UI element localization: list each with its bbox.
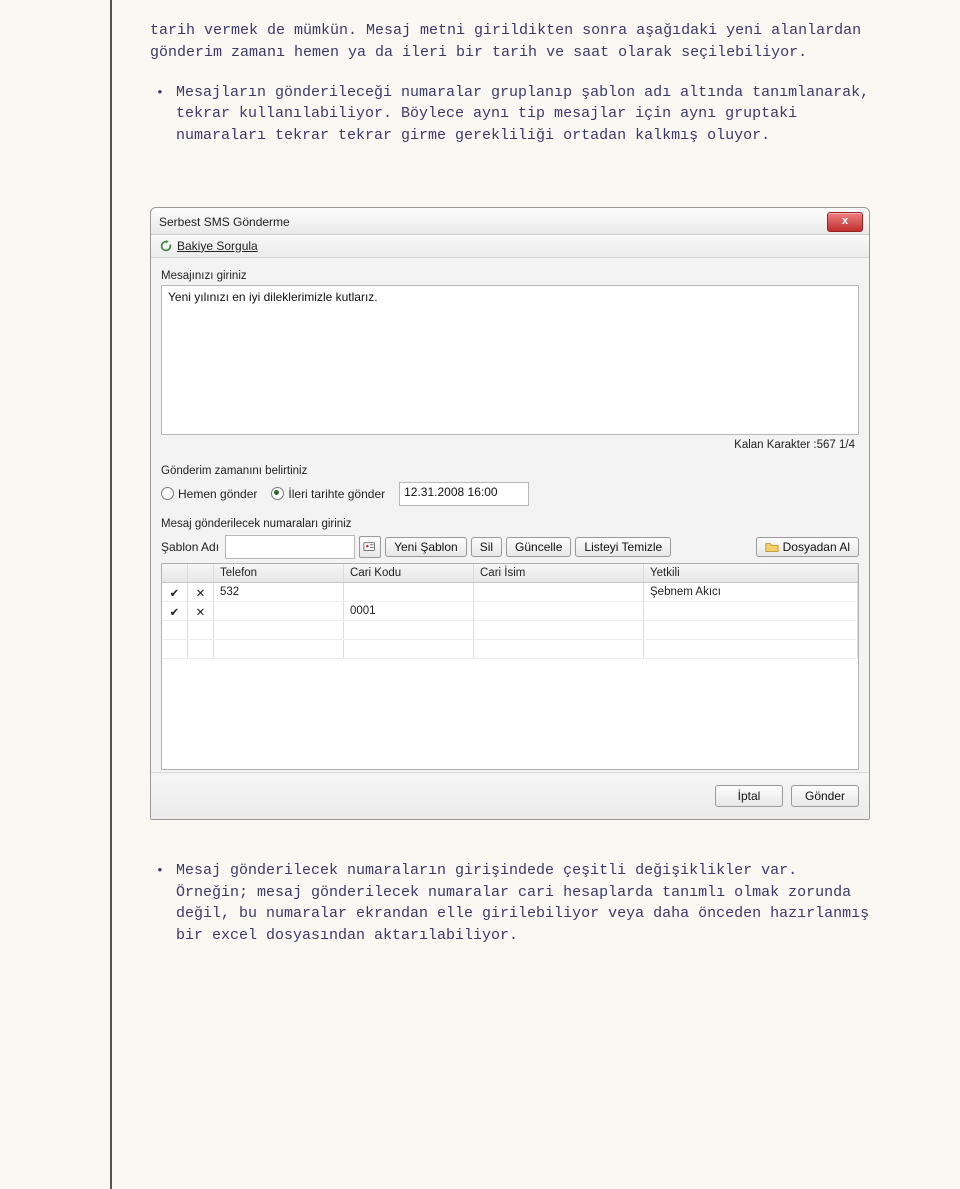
template-lookup-button[interactable] — [359, 536, 381, 558]
cell-cari-kodu[interactable] — [344, 583, 474, 601]
numbers-label: Mesaj gönderilecek numaraları giriniz — [161, 518, 859, 530]
page-left-margin-line — [110, 0, 112, 1189]
sms-dialog: Serbest SMS Gönderme x Bakiye Sorgula Me… — [150, 207, 870, 820]
delete-button[interactable]: Sil — [471, 537, 502, 557]
radio-dot-checked-icon — [271, 487, 284, 500]
template-name-input[interactable] — [225, 535, 355, 559]
send-time-label: Gönderim zamanını belirtiniz — [161, 465, 859, 477]
message-textarea[interactable]: Yeni yılınızı en iyi dileklerimizle kutl… — [161, 285, 859, 435]
cell-cari-isim[interactable] — [474, 602, 644, 620]
from-file-button[interactable]: Dosyadan Al — [756, 537, 859, 557]
refresh-icon — [159, 239, 173, 253]
th-yetkili: Yetkili — [644, 564, 858, 582]
template-name-label: Şablon Adı — [161, 540, 219, 554]
row-delete-icon[interactable]: ✕ — [188, 583, 214, 601]
table-row[interactable] — [162, 640, 858, 659]
paragraph-2-text: Mesajların gönderileceği numaralar grupl… — [176, 84, 869, 145]
paragraph-3: • Mesaj gönderilecek numaraların girişin… — [150, 860, 870, 947]
table-header: Telefon Cari Kodu Cari İsim Yetkili — [162, 564, 858, 583]
send-button[interactable]: Gönder — [791, 785, 859, 807]
table-empty-area — [162, 659, 858, 769]
bullet-icon: • — [156, 862, 164, 881]
th-cari-isim: Cari İsim — [474, 564, 644, 582]
toolbar: Bakiye Sorgula — [151, 235, 869, 258]
radio-send-later[interactable]: İleri tarihte gönder — [271, 487, 385, 501]
folder-open-icon — [765, 540, 779, 554]
row-delete-icon[interactable]: ✕ — [188, 602, 214, 620]
cell-yetkili[interactable] — [644, 602, 858, 620]
cell-cari-kodu[interactable]: 0001 — [344, 602, 474, 620]
message-label: Mesajınızı giriniz — [161, 270, 859, 282]
update-button[interactable]: Güncelle — [506, 537, 571, 557]
balance-query-link[interactable]: Bakiye Sorgula — [177, 239, 258, 253]
char-counter: Kalan Karakter :567 1/4 — [161, 435, 859, 459]
radio-send-now-label: Hemen gönder — [178, 487, 257, 501]
radio-send-later-label: İleri tarihte gönder — [288, 487, 385, 501]
th-telefon: Telefon — [214, 564, 344, 582]
close-button[interactable]: x — [827, 212, 863, 232]
radio-send-now[interactable]: Hemen gönder — [161, 487, 257, 501]
cell-cari-isim[interactable] — [474, 583, 644, 601]
cancel-button[interactable]: İptal — [715, 785, 783, 807]
dialog-footer: İptal Gönder — [151, 772, 869, 819]
bullet-icon: • — [156, 84, 164, 103]
new-template-button[interactable]: Yeni Şablon — [385, 537, 467, 557]
cell-telefon[interactable] — [214, 602, 344, 620]
card-lookup-icon — [363, 540, 377, 554]
cell-telefon[interactable]: 532 — [214, 583, 344, 601]
table-row[interactable] — [162, 621, 858, 640]
row-check-icon[interactable]: ✔ — [162, 583, 188, 601]
table-row[interactable]: ✔ ✕ 532 Şebnem Akıcı — [162, 583, 858, 602]
th-cari-kodu: Cari Kodu — [344, 564, 474, 582]
row-check-icon[interactable]: ✔ — [162, 602, 188, 620]
paragraph-3-text: Mesaj gönderilecek numaraların girişinde… — [176, 862, 869, 944]
radio-dot-icon — [161, 487, 174, 500]
numbers-table: Telefon Cari Kodu Cari İsim Yetkili ✔ ✕ … — [161, 563, 859, 770]
dialog-title: Serbest SMS Gönderme — [159, 215, 290, 229]
titlebar: Serbest SMS Gönderme x — [151, 208, 869, 235]
clear-list-button[interactable]: Listeyi Temizle — [575, 537, 671, 557]
send-date-input[interactable]: 12.31.2008 16:00 — [399, 482, 529, 506]
from-file-label: Dosyadan Al — [783, 540, 850, 554]
table-row[interactable]: ✔ ✕ 0001 — [162, 602, 858, 621]
paragraph-2: • Mesajların gönderileceği numaralar gru… — [150, 82, 870, 147]
cell-yetkili[interactable]: Şebnem Akıcı — [644, 583, 858, 601]
paragraph-1: tarih vermek de mümkün. Mesaj metni giri… — [150, 20, 870, 64]
